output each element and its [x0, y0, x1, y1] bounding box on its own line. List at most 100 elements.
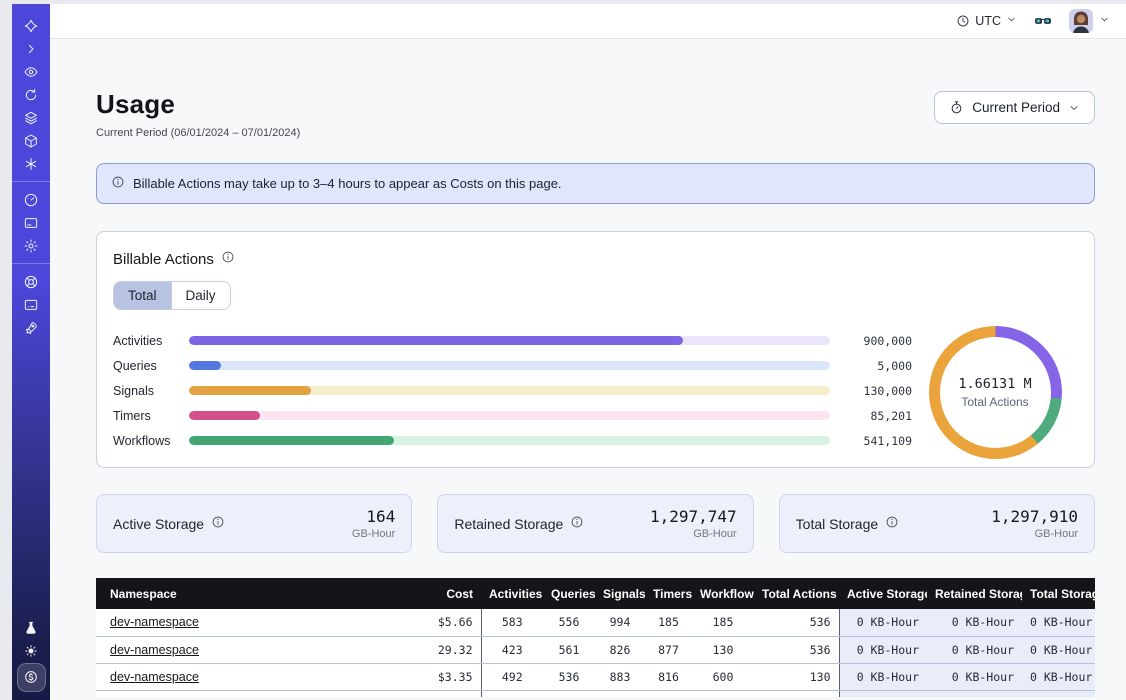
timers-cell: 877 [645, 636, 692, 663]
support-lifebuoy-icon[interactable] [12, 270, 50, 293]
asterisk-icon[interactable] [12, 152, 50, 175]
col-header-total-actions: Total Actions [754, 578, 839, 609]
col-header-timers: Timers [645, 578, 692, 609]
sidebar [12, 4, 50, 700]
active-storage-cell: 0 KB-Hour [839, 609, 927, 636]
billable-actions-card: Billable Actions Total Daily Activities … [96, 231, 1095, 468]
chevron-right-icon[interactable] [12, 37, 50, 60]
donut-center: 1.66131 M Total Actions [940, 337, 1051, 448]
sidebar-divider [12, 181, 50, 182]
app-shell: UTC [12, 4, 1126, 700]
info-icon[interactable] [885, 515, 899, 532]
table-row: dev-namespace 29.32 423 561 826 877 130 … [96, 636, 1095, 663]
col-header-cost: Cost [396, 578, 481, 609]
current-period-button[interactable]: Current Period [934, 91, 1095, 124]
usage-gauge-icon[interactable] [12, 188, 50, 211]
namespace-link[interactable]: dev-namespace [110, 670, 199, 684]
theme-sun-icon[interactable] [12, 639, 50, 662]
info-icon[interactable] [570, 515, 584, 532]
workflows-cell: 185 [692, 609, 754, 636]
col-header-total-storage: Total Storage [1022, 578, 1095, 609]
info-banner: Billable Actions may take up to 3–4 hour… [96, 163, 1095, 204]
settings-gear-icon[interactable] [12, 234, 50, 257]
total-actions-cell: 536 [754, 609, 839, 636]
chart-label: Workflows [113, 434, 181, 448]
storage-value: 1,297,910 [991, 507, 1078, 526]
namespace-link[interactable]: dev-namespace [110, 643, 199, 657]
topbar: UTC [50, 4, 1126, 39]
table-row-partial [96, 690, 1095, 697]
total-storage-cell: 0 KB-Hour [1022, 663, 1095, 690]
total-actions-value: 1.66131 M [958, 376, 1031, 392]
glasses-icon [1033, 11, 1053, 31]
tab-daily[interactable]: Daily [171, 282, 230, 309]
info-icon[interactable] [221, 250, 235, 268]
bar-fill [189, 386, 311, 395]
storage-cards-row: Active Storage 164 GB-Hour Retained Stor… [96, 494, 1095, 553]
temporal-logo[interactable] [12, 14, 50, 37]
timezone-label: UTC [975, 14, 1001, 28]
chart-value: 900,000 [838, 334, 912, 348]
chart-row-queries: Queries 5,000 [113, 353, 912, 378]
chevron-down-icon [1068, 102, 1080, 114]
col-header-activities: Activities [481, 578, 543, 609]
queries-cell: 536 [543, 663, 595, 690]
main-content: Usage Current Period (06/01/2024 – 07/01… [50, 40, 1126, 700]
activities-cell: 423 [481, 636, 543, 663]
retained-storage-card: Retained Storage 1,297,747 GB-Hour [437, 494, 753, 553]
history-icon[interactable] [12, 83, 50, 106]
table-header-row: Namespace Cost Activities Queries Signal… [96, 578, 1095, 609]
feedback-monitor-icon[interactable] [12, 293, 50, 316]
info-icon [111, 175, 125, 192]
active-pill [17, 663, 46, 692]
timezone-selector[interactable]: UTC [956, 14, 1017, 28]
getting-started-rocket-icon[interactable] [12, 316, 50, 339]
bar-fill [189, 336, 683, 345]
namespace-usage-table: Namespace Cost Activities Queries Signal… [96, 578, 1095, 697]
chart-value: 5,000 [838, 359, 912, 373]
storage-unit: GB-Hour [352, 528, 395, 540]
total-storage-cell: 0 KB-Hour [1022, 609, 1095, 636]
col-header-active-storage: Active Storage [839, 578, 927, 609]
storage-card-label: Total Storage [796, 515, 900, 532]
namespaces-icon[interactable] [12, 60, 50, 83]
page-title: Usage [96, 89, 300, 120]
chart-label: Signals [113, 384, 181, 398]
cost-coin-icon[interactable] [12, 662, 50, 692]
storage-value: 164 [352, 507, 395, 526]
user-menu[interactable] [1069, 9, 1110, 33]
storage-unit: GB-Hour [650, 528, 737, 540]
billable-view-toggle: Total Daily [113, 281, 231, 310]
billing-card-icon[interactable] [12, 211, 50, 234]
glasses-button[interactable] [1033, 11, 1053, 31]
total-actions-cell: 130 [754, 663, 839, 690]
avatar [1069, 9, 1093, 33]
tab-total[interactable]: Total [114, 282, 171, 309]
info-icon[interactable] [211, 515, 225, 532]
layers-icon[interactable] [12, 106, 50, 129]
active-storage-cell: 0 KB-Hour [839, 663, 927, 690]
chart-label: Timers [113, 409, 181, 423]
billable-chart-area: Activities 900,000 Queries 5,000 Signals… [113, 324, 1078, 459]
cube-icon[interactable] [12, 129, 50, 152]
retained-storage-cell: 0 KB-Hour [927, 636, 1022, 663]
storage-label-text: Active Storage [113, 516, 204, 532]
chevron-down-icon [1099, 12, 1110, 30]
col-header-namespace: Namespace [96, 578, 396, 609]
retained-storage-cell: 0 KB-Hour [927, 663, 1022, 690]
workflows-cell: 130 [692, 636, 754, 663]
total-storage-card: Total Storage 1,297,910 GB-Hour [779, 494, 1095, 553]
storage-card-label: Active Storage [113, 515, 225, 532]
stopwatch-icon [949, 100, 964, 115]
labs-flask-icon[interactable] [12, 616, 50, 639]
cost-cell: $5.66 [396, 609, 481, 636]
billable-actions-title: Billable Actions [113, 250, 1078, 268]
cost-cell: $3.35 [396, 663, 481, 690]
namespace-link[interactable]: dev-namespace [110, 615, 199, 629]
active-storage-cell: 0 KB-Hour [839, 636, 927, 663]
timers-cell: 816 [645, 663, 692, 690]
storage-card-label: Retained Storage [454, 515, 584, 532]
bar-fill [189, 436, 394, 445]
banner-text: Billable Actions may take up to 3–4 hour… [133, 176, 562, 191]
sidebar-divider [12, 263, 50, 264]
